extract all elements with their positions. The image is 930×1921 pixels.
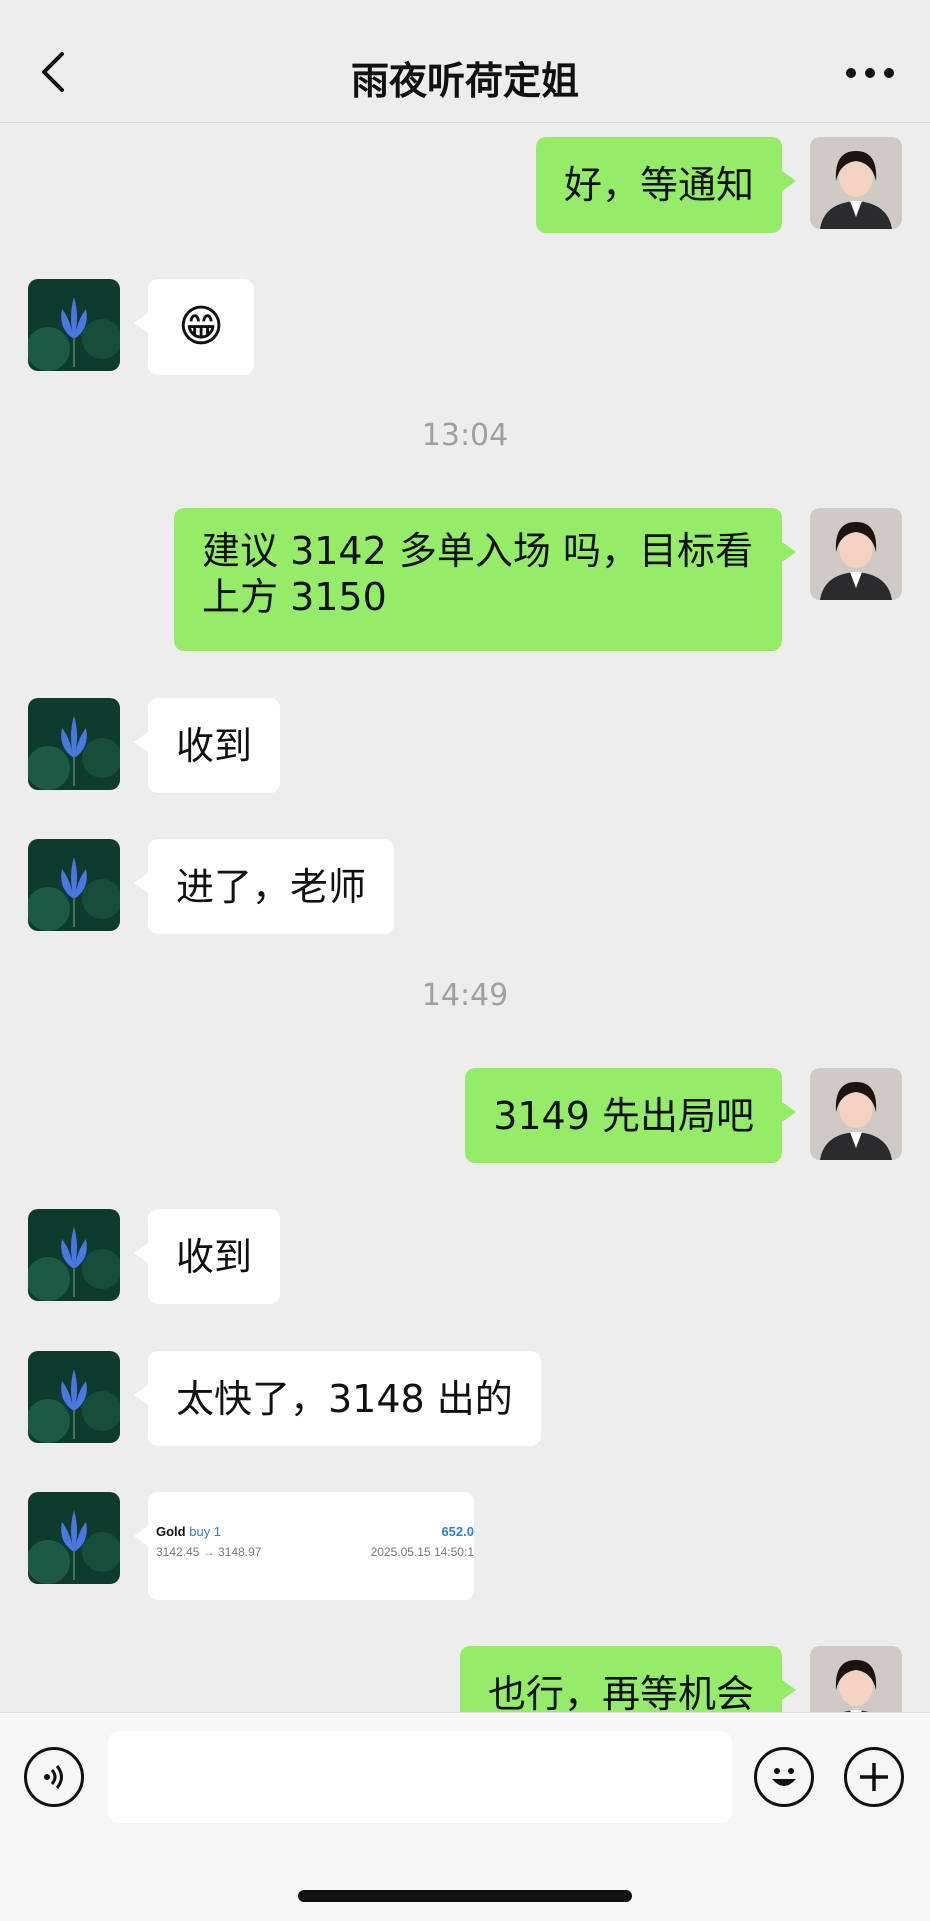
- message-text-input[interactable]: [108, 1731, 732, 1823]
- contact-avatar[interactable]: [28, 1209, 120, 1301]
- timestamp: 13:04: [421, 418, 509, 453]
- message-bubble-incoming[interactable]: 进了，老师: [133, 839, 395, 934]
- message-bubble-incoming[interactable]: 😁: [134, 279, 254, 375]
- my-avatar[interactable]: [810, 508, 902, 600]
- message-bubble-outgoing[interactable]: 建议 3142 多单入场 吗，目标看 上方 3150: [174, 508, 796, 651]
- trade-symbol: Gold: [156, 1524, 186, 1539]
- trade-screenshot-card[interactable]: Gold buy 1 652.0 3142.45 → 3148.97 2025.…: [134, 1492, 474, 1600]
- message-text-line: 上方 3150: [202, 575, 387, 619]
- timestamp: 14:49: [421, 978, 509, 1013]
- message-text: 3149 先出局吧: [493, 1093, 754, 1138]
- trade-header-row: Gold buy 1 652.0: [156, 1524, 474, 1539]
- message-text-line: 建议 3142 多单入场 吗，目标看: [202, 529, 753, 573]
- my-avatar[interactable]: [810, 1068, 902, 1160]
- message-bubble-outgoing[interactable]: 3149 先出局吧: [465, 1068, 796, 1163]
- trade-detail-row: 3142.45 → 3148.97 2025.05.15 14:50:1: [156, 1545, 474, 1559]
- my-avatar[interactable]: [810, 137, 902, 229]
- trade-datetime: 2025.05.15 14:50:1: [370, 1545, 474, 1559]
- message-text: 收到: [176, 723, 253, 768]
- message-bubble-incoming[interactable]: 太快了，3148 出的: [134, 1351, 541, 1446]
- message-bubble-incoming[interactable]: 收到: [133, 1209, 281, 1304]
- chat-title: 雨夜听荷定姐: [350, 59, 579, 103]
- message-text: 收到: [176, 1234, 253, 1279]
- contact-avatar[interactable]: [28, 1351, 120, 1443]
- message-bubble-outgoing[interactable]: 好，等通知: [535, 137, 797, 233]
- contact-avatar[interactable]: [28, 698, 120, 790]
- chat-header: 雨夜听荷定姐: [0, 0, 930, 123]
- message-text: 进了，老师: [176, 864, 367, 909]
- contact-avatar[interactable]: [28, 839, 120, 931]
- trade-side: buy 1: [189, 1524, 222, 1539]
- message-text: 太快了，3148 出的: [176, 1376, 513, 1421]
- plus-icon[interactable]: [844, 1747, 904, 1807]
- more-options-icon[interactable]: [846, 68, 894, 80]
- emoji-icon[interactable]: [754, 1747, 814, 1807]
- trade-profit: 652.0: [441, 1524, 474, 1539]
- home-indicator: [298, 1890, 632, 1902]
- grinning-emoji: 😁: [178, 301, 224, 352]
- trade-prices: 3142.45 → 3148.97: [156, 1545, 262, 1559]
- message-text: 也行，再等机会: [487, 1671, 754, 1716]
- message-bubble-incoming[interactable]: 收到: [133, 698, 281, 793]
- contact-avatar[interactable]: [28, 1492, 120, 1584]
- voice-input-icon[interactable]: [24, 1747, 84, 1807]
- contact-avatar[interactable]: [28, 279, 120, 371]
- message-text: 好，等通知: [563, 163, 754, 207]
